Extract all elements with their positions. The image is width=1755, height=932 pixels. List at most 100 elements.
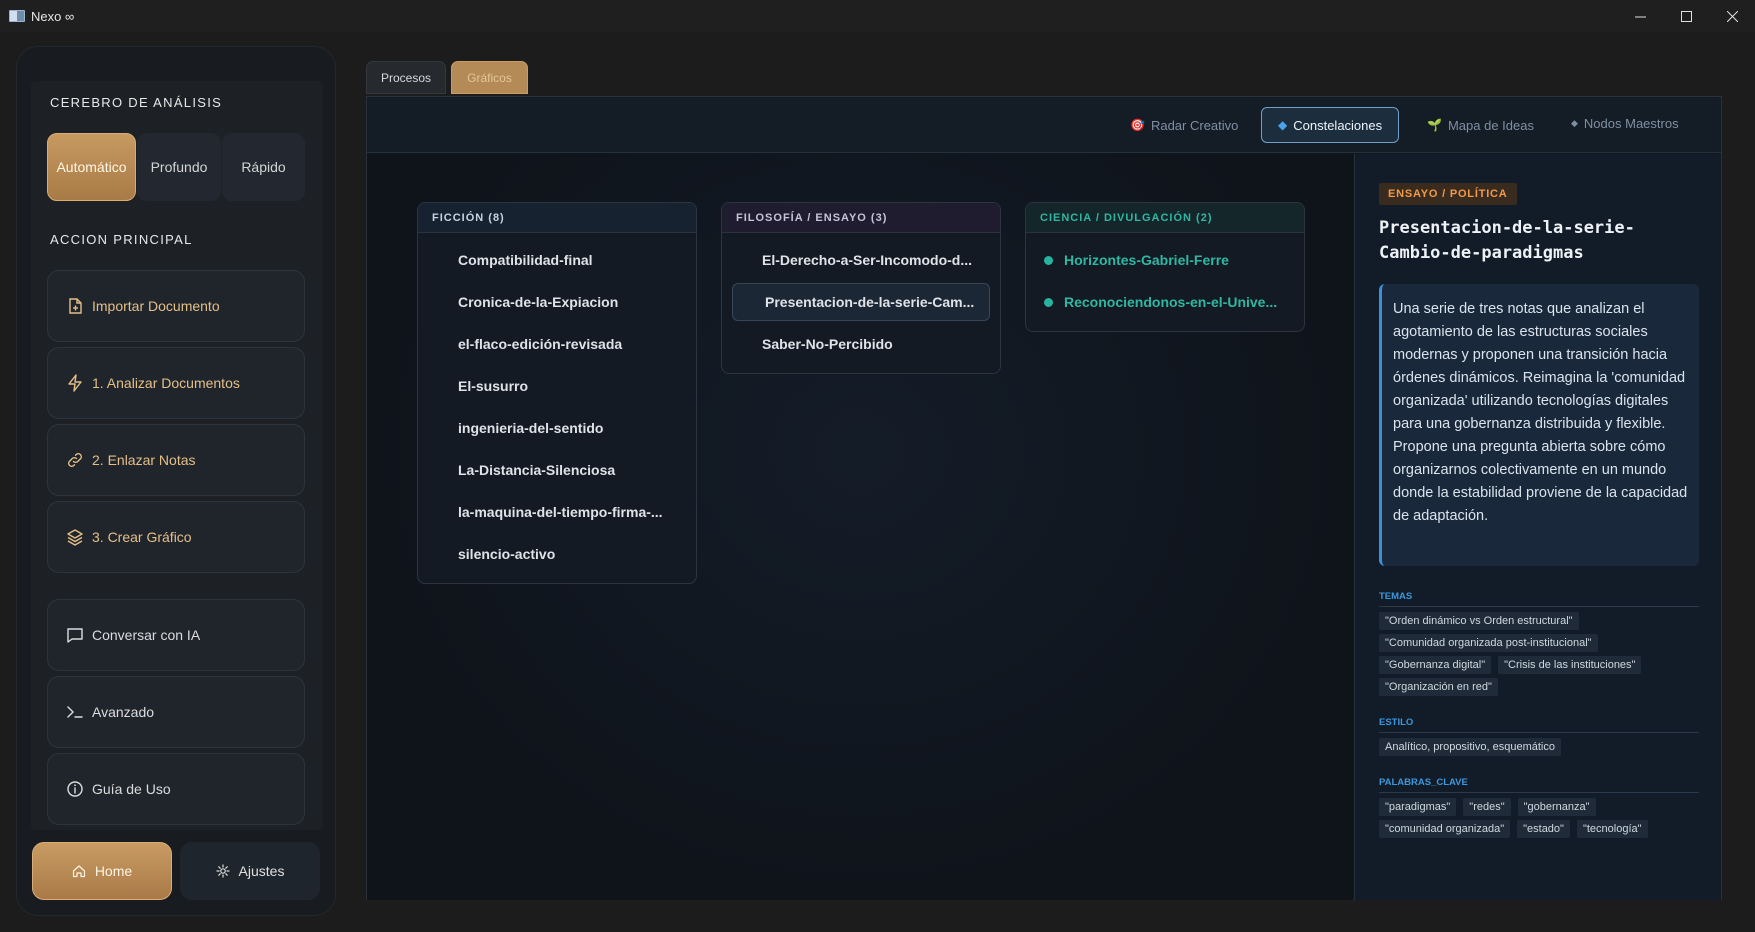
list-item[interactable]: Horizontes-Gabriel-Ferre — [1036, 239, 1294, 281]
theme-chip: "Comunidad organizada post-institucional… — [1379, 634, 1598, 652]
create-graph-button[interactable]: 3. Crear Gráfico — [47, 501, 305, 573]
settings-button[interactable]: Ajustes — [180, 842, 320, 900]
group-filosofia-header: FILOSOFÍA / ENSAYO (3) — [722, 203, 1000, 233]
main-action-title: ACCION PRINCIPAL — [50, 232, 193, 247]
analyze-documents-label: 1. Analizar Documentos — [92, 375, 240, 391]
group-ficcion-list: Compatibilidad-final Cronica-de-la-Expia… — [418, 233, 696, 583]
minimize-button[interactable] — [1617, 0, 1663, 32]
link-notes-label: 2. Enlazar Notas — [92, 452, 196, 468]
window-title: Nexo ∞ — [31, 8, 75, 24]
view-mapa-de-ideas[interactable]: 🌱 Mapa de Ideas — [1427, 107, 1534, 143]
graphs-panel: 🎯 Radar Creativo ◆ Constelaciones 🌱 Mapa… — [366, 96, 1722, 900]
view-radar-creativo-label: Radar Creativo — [1150, 117, 1239, 133]
settings-label: Ajustes — [238, 863, 285, 879]
terminal-icon — [66, 703, 84, 721]
create-graph-label: 3. Crear Gráfico — [92, 529, 192, 545]
list-item[interactable]: El-Derecho-a-Ser-Incomodo-d... — [732, 239, 990, 281]
brain-section-title: CEREBRO DE ANÁLISIS — [50, 95, 223, 110]
gear-icon — [215, 864, 230, 878]
advanced-button[interactable]: Avanzado — [47, 676, 305, 748]
group-ciencia-header: CIENCIA / DIVULGACIÓN (2) — [1026, 203, 1304, 233]
list-item[interactable]: El-susurro — [428, 365, 686, 407]
file-plus-icon — [66, 297, 84, 315]
view-nodos-maestros-label: Nodos Maestros — [1583, 115, 1679, 131]
status-dot — [1044, 297, 1053, 307]
style-chips: Analítico, propositivo, esquemático — [1379, 738, 1709, 760]
lightning-icon — [66, 374, 84, 392]
mode-automatico-button[interactable]: Automático — [47, 133, 136, 201]
style-chip: Analítico, propositivo, esquemático — [1379, 738, 1561, 756]
keywords-label: PALABRAS_CLAVE — [1379, 777, 1699, 793]
diamond-icon: ◆ — [1571, 117, 1578, 128]
theme-chip: "Crisis de las instituciones" — [1498, 656, 1642, 674]
theme-chip: "Organización en red" — [1379, 678, 1498, 696]
list-item[interactable]: Compatibilidad-final — [428, 239, 686, 281]
list-item[interactable]: Saber-No-Percibido — [732, 323, 990, 365]
detail-title: Presentacion-de-la-serie-Cambio-de-parad… — [1379, 218, 1635, 263]
import-document-label: Importar Documento — [92, 298, 220, 314]
constellation-canvas: FICCIÓN (8) Compatibilidad-final Cronica… — [367, 154, 1353, 900]
themes-chips: "Orden dinámico vs Orden estructural" "C… — [1379, 612, 1709, 700]
mode-profundo-button[interactable]: Profundo — [137, 133, 221, 201]
sprout-icon: 🌱 — [1427, 118, 1442, 132]
group-filosofia: FILOSOFÍA / ENSAYO (3) El-Derecho-a-Ser-… — [721, 202, 1001, 374]
view-constelaciones[interactable]: ◆ Constelaciones — [1261, 107, 1400, 143]
view-mapa-de-ideas-label: Mapa de Ideas — [1447, 117, 1534, 133]
link-notes-button[interactable]: 2. Enlazar Notas — [47, 424, 305, 496]
chat-ai-button[interactable]: Conversar con IA — [47, 599, 305, 671]
import-document-button[interactable]: Importar Documento — [47, 270, 305, 342]
category-badge: ENSAYO / POLÍTICA — [1379, 183, 1517, 205]
usage-guide-button[interactable]: Guía de Uso — [47, 753, 305, 825]
theme-chip: "Orden dinámico vs Orden estructural" — [1379, 612, 1579, 630]
list-item-selected[interactable]: Presentacion-de-la-serie-Cam... — [732, 283, 990, 321]
link-icon — [66, 451, 84, 469]
info-icon — [66, 780, 84, 798]
style-label: ESTILO — [1379, 717, 1699, 733]
list-item[interactable]: Cronica-de-la-Expiacion — [428, 281, 686, 323]
view-nodos-maestros[interactable]: ◆ Nodos Maestros — [1571, 105, 1679, 141]
analyze-documents-button[interactable]: 1. Analizar Documentos — [47, 347, 305, 419]
keyword-chip: "tecnología" — [1576, 820, 1648, 838]
mode-rapido-button[interactable]: Rápido — [222, 133, 305, 201]
close-button[interactable] — [1709, 0, 1755, 32]
keywords-chips: "paradigmas" "redes" "gobernanza" "comun… — [1379, 798, 1709, 842]
list-item-label: Reconociendonos-en-el-Unive... — [1064, 294, 1278, 310]
analysis-mode-group: Automático Profundo Rápido — [47, 133, 305, 201]
detail-pane: ENSAYO / POLÍTICA Presentacion-de-la-ser… — [1354, 154, 1721, 900]
list-item[interactable]: La-Distancia-Silenciosa — [428, 449, 686, 491]
app-icon — [9, 10, 25, 22]
advanced-label: Avanzado — [92, 704, 155, 720]
keyword-chip: "gobernanza" — [1517, 798, 1596, 816]
themes-label: TEMAS — [1379, 591, 1699, 607]
tab-procesos[interactable]: Procesos — [366, 61, 446, 94]
target-icon: 🎯 — [1130, 118, 1145, 132]
tab-graficos[interactable]: Gráficos — [451, 61, 528, 94]
chat-ai-label: Conversar con IA — [92, 627, 201, 643]
view-constelaciones-label: Constelaciones — [1293, 117, 1383, 133]
list-item-label: Horizontes-Gabriel-Ferre — [1064, 252, 1229, 268]
view-radar-creativo[interactable]: 🎯 Radar Creativo — [1130, 107, 1238, 143]
usage-guide-label: Guía de Uso — [92, 781, 171, 797]
list-item[interactable]: Reconociendonos-en-el-Unive... — [1036, 281, 1294, 323]
list-item[interactable]: el-flaco-edición-revisada — [428, 323, 686, 365]
home-label: Home — [94, 863, 133, 879]
maximize-icon — [1680, 10, 1692, 22]
home-icon — [72, 865, 85, 878]
group-ciencia: CIENCIA / DIVULGACIÓN (2) Horizontes-Gab… — [1025, 202, 1305, 332]
group-filosofia-list: El-Derecho-a-Ser-Incomodo-d... Presentac… — [722, 233, 1000, 373]
minimize-icon — [1634, 16, 1646, 17]
group-ficcion-header: FICCIÓN (8) — [418, 203, 696, 233]
theme-chip: "Gobernanza digital" — [1379, 656, 1492, 674]
window-controls — [1617, 0, 1755, 32]
keyword-chip: "paradigmas" — [1379, 798, 1457, 816]
group-ciencia-list: Horizontes-Gabriel-Ferre Reconociendonos… — [1026, 233, 1304, 331]
keyword-chip: "comunidad organizada" — [1379, 820, 1511, 838]
close-icon — [1726, 10, 1738, 22]
list-item[interactable]: silencio-activo — [428, 533, 686, 575]
home-button[interactable]: Home — [32, 842, 172, 900]
list-item[interactable]: ingenieria-del-sentido — [428, 407, 686, 449]
layers-icon — [66, 528, 84, 546]
keyword-chip: "estado" — [1517, 820, 1570, 838]
list-item[interactable]: la-maquina-del-tiempo-firma-... — [428, 491, 686, 533]
maximize-button[interactable] — [1663, 0, 1709, 32]
